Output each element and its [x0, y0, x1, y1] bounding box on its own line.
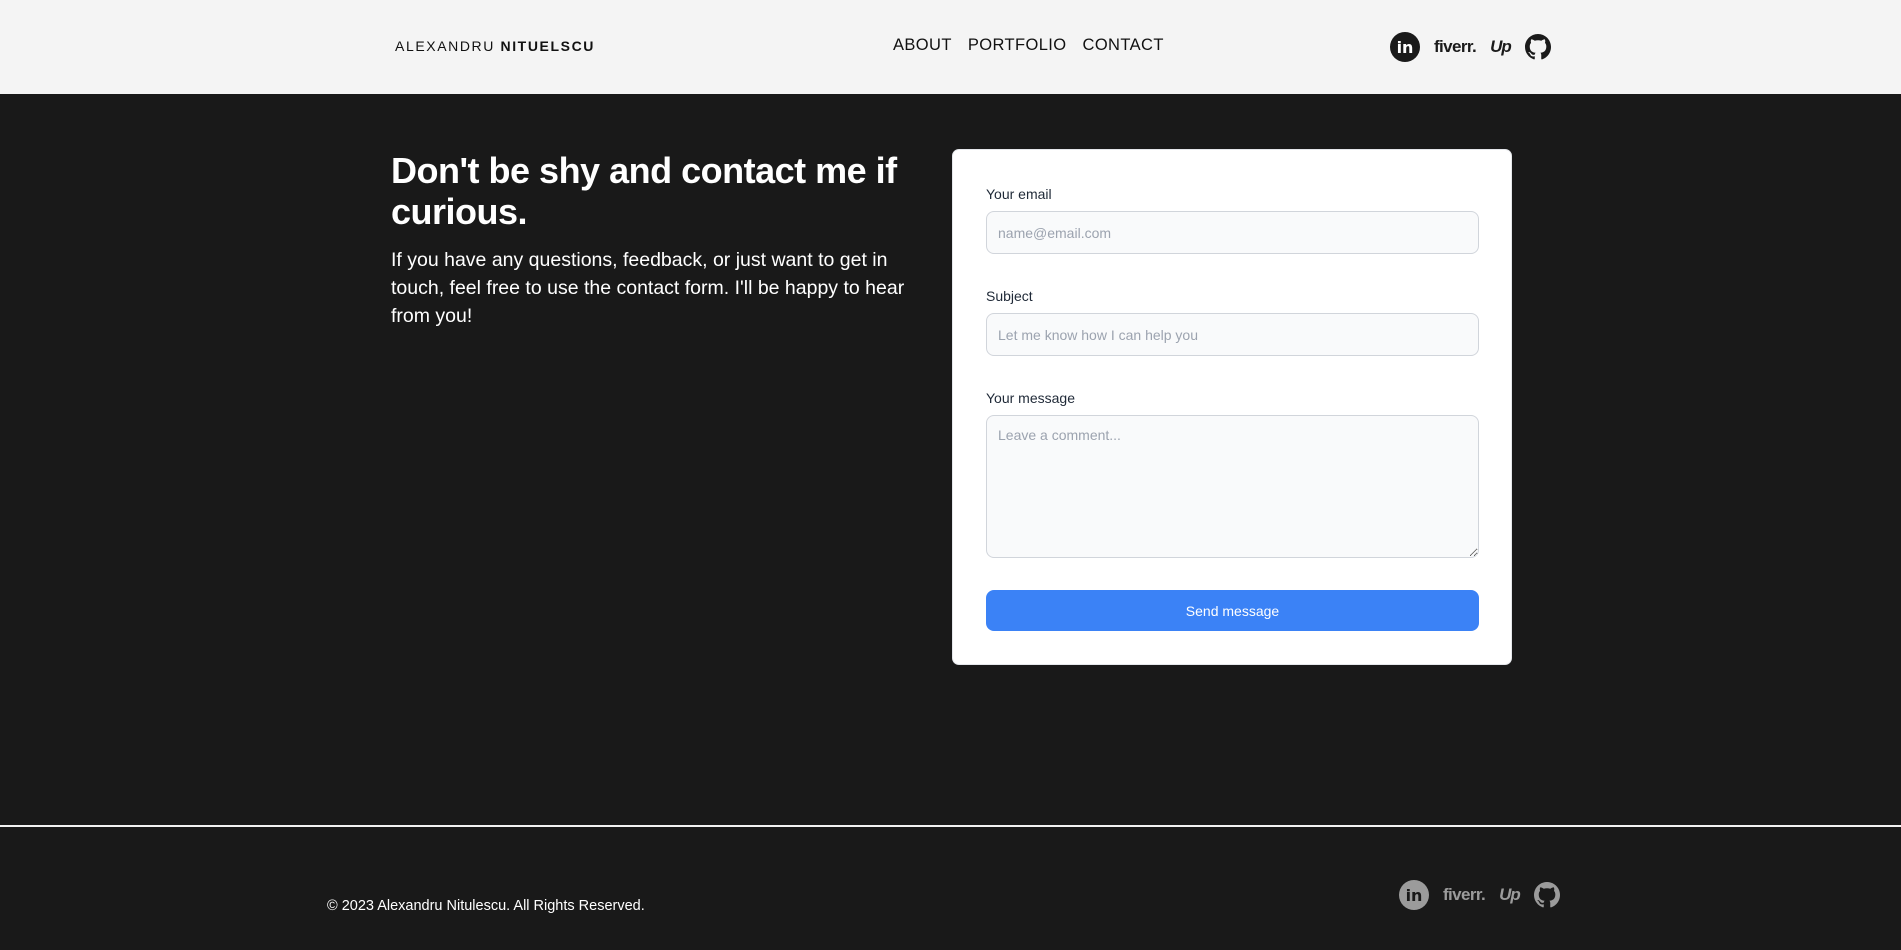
nav-contact[interactable]: CONTACT: [1083, 36, 1164, 55]
brand-logo[interactable]: ALEXANDRU NITUELSCU: [395, 38, 595, 54]
send-message-button[interactable]: Send message: [986, 590, 1479, 631]
site-header: ALEXANDRU NITUELSCU ABOUT PORTFOLIO CONT…: [0, 0, 1901, 94]
github-icon[interactable]: [1533, 882, 1560, 908]
fiverr-icon[interactable]: fiverr.: [1443, 885, 1486, 905]
contact-form: Your email Subject Your message Send mes…: [952, 149, 1512, 665]
message-field[interactable]: [986, 415, 1479, 558]
page-title: Don't be shy and contact me if curious.: [391, 150, 897, 232]
message-label: Your message: [986, 390, 1075, 406]
linkedin-icon[interactable]: in: [1390, 32, 1420, 62]
footer-divider: [0, 825, 1901, 827]
brand-first-name: ALEXANDRU: [395, 38, 495, 54]
email-label: Your email: [986, 186, 1052, 202]
nav-about[interactable]: ABOUT: [893, 36, 952, 55]
fiverr-icon[interactable]: fiverr.: [1434, 37, 1477, 57]
linkedin-icon[interactable]: in: [1399, 880, 1429, 910]
intro-text: If you have any questions, feedback, or …: [391, 249, 905, 327]
main-nav: ABOUT PORTFOLIO CONTACT: [893, 36, 1164, 55]
email-field[interactable]: [986, 211, 1479, 254]
subject-label: Subject: [986, 288, 1033, 304]
subject-field[interactable]: [986, 313, 1479, 356]
upwork-icon[interactable]: Up: [1490, 37, 1512, 57]
copyright-text: © 2023 Alexandru Nitulescu. All Rights R…: [327, 898, 645, 914]
brand-last-name: NITUELSCU: [500, 38, 595, 54]
header-social-links: in fiverr. Up: [1390, 32, 1551, 62]
github-icon[interactable]: [1524, 34, 1551, 60]
footer-social-links: in fiverr. Up: [1399, 880, 1560, 910]
nav-portfolio[interactable]: PORTFOLIO: [968, 36, 1067, 55]
upwork-icon[interactable]: Up: [1499, 885, 1521, 905]
